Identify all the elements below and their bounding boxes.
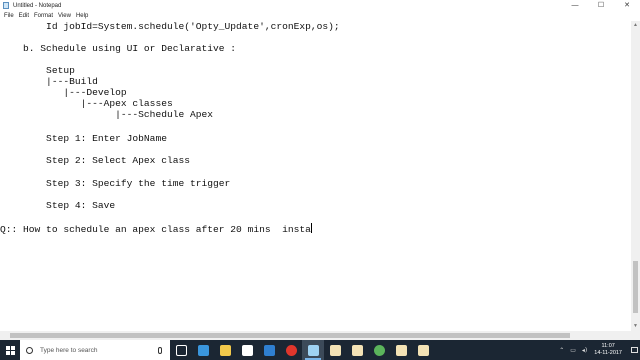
- volume-icon[interactable]: ◂): [582, 347, 587, 354]
- horizontal-scrollbar[interactable]: [0, 331, 631, 340]
- taskbar-search-box[interactable]: Type here to search: [20, 340, 170, 360]
- taskbar-app-3-icon[interactable]: [390, 340, 412, 360]
- editor-line: Setup: [0, 65, 75, 76]
- taskbar-opera-icon[interactable]: [280, 340, 302, 360]
- task-view-icon: [175, 344, 187, 356]
- close-button[interactable]: ✕: [614, 0, 640, 11]
- editor-line: Step 2: Select Apex class: [0, 155, 190, 166]
- editor-line-current: Q:: How to schedule an apex class after …: [0, 223, 312, 235]
- network-icon[interactable]: ▭: [570, 347, 576, 354]
- taskbar-apps: [170, 340, 434, 360]
- clock-date: 14-11-2017: [594, 350, 622, 356]
- cortana-icon: [26, 346, 33, 354]
- vertical-scroll-thumb[interactable]: [633, 261, 638, 313]
- notepad-icon: [3, 2, 9, 9]
- menu-bar: File Edit Format View Help: [0, 11, 640, 21]
- editor-line: Id jobId=System.schedule('Opty_Update',c…: [0, 21, 340, 32]
- notepad-icon: [307, 344, 319, 356]
- editor-line: Step 1: Enter JobName: [0, 133, 167, 144]
- notifications-icon[interactable]: [628, 340, 640, 360]
- editor-line: |---Build: [0, 76, 98, 87]
- menu-file[interactable]: File: [4, 13, 14, 19]
- clock-time: 11:07: [601, 343, 615, 349]
- taskbar-mail-icon[interactable]: [258, 340, 280, 360]
- window-controls: — ☐ ✕: [562, 0, 640, 11]
- editor-line: Step 3: Specify the time trigger: [0, 178, 231, 189]
- scrollbar-corner: [631, 331, 640, 340]
- app-1-icon: [329, 344, 341, 356]
- menu-format[interactable]: Format: [34, 13, 53, 19]
- app-2-icon: [351, 344, 363, 356]
- horizontal-scroll-thumb[interactable]: [10, 333, 570, 338]
- opera-icon: [285, 344, 297, 356]
- editor-line: |---Apex classes: [0, 98, 173, 109]
- taskbar-clock[interactable]: 11:07 14-11-2017: [594, 343, 622, 357]
- taskbar-app-4-icon[interactable]: [412, 340, 434, 360]
- mail-icon: [263, 344, 275, 356]
- notepad-window: Untitled - Notepad — ☐ ✕ File Edit Forma…: [0, 0, 640, 340]
- store-icon: [241, 344, 253, 356]
- editor-line: |---Schedule Apex: [0, 109, 214, 120]
- text-caret: [310, 223, 312, 233]
- system-tray: ⌃ ▭ ◂) 11:07 14-11-2017: [556, 340, 640, 360]
- windows-logo-icon: [5, 345, 15, 355]
- vertical-scrollbar[interactable]: ▲ ▼: [631, 21, 640, 331]
- file-explorer-icon: [219, 344, 231, 356]
- start-button[interactable]: [0, 340, 20, 360]
- window-title: Untitled - Notepad: [13, 2, 62, 9]
- menu-view[interactable]: View: [58, 13, 71, 19]
- app-4-icon: [417, 344, 429, 356]
- scroll-down-icon[interactable]: ▼: [631, 322, 640, 331]
- taskbar: Type here to search ⌃ ▭ ◂) 11:07 14-11-2…: [0, 340, 640, 360]
- taskbar-file-explorer-icon[interactable]: [214, 340, 236, 360]
- minimize-button[interactable]: —: [562, 0, 588, 11]
- chrome-icon: [373, 344, 385, 356]
- menu-help[interactable]: Help: [76, 13, 88, 19]
- editor-line: |---Develop: [0, 87, 127, 98]
- title-bar: Untitled - Notepad — ☐ ✕: [0, 0, 640, 11]
- search-placeholder: Type here to search: [40, 346, 98, 354]
- scroll-up-icon[interactable]: ▲: [631, 21, 640, 30]
- taskbar-notepad-icon[interactable]: [302, 340, 324, 360]
- taskbar-task-view-icon[interactable]: [170, 340, 192, 360]
- taskbar-app-1-icon[interactable]: [324, 340, 346, 360]
- editor-line: b. Schedule using UI or Declarative :: [0, 43, 237, 54]
- taskbar-store-icon[interactable]: [236, 340, 258, 360]
- menu-edit[interactable]: Edit: [19, 13, 29, 19]
- microphone-icon[interactable]: [158, 346, 162, 354]
- edge-icon: [197, 344, 209, 356]
- taskbar-app-2-icon[interactable]: [346, 340, 368, 360]
- editor-line: Step 4: Save: [0, 200, 116, 211]
- show-hidden-icons-icon[interactable]: ⌃: [559, 347, 564, 354]
- app-3-icon: [395, 344, 407, 356]
- maximize-button[interactable]: ☐: [588, 0, 614, 11]
- current-line-text: Q:: How to schedule an apex class after …: [0, 224, 311, 235]
- taskbar-chrome-icon[interactable]: [368, 340, 390, 360]
- taskbar-edge-icon[interactable]: [192, 340, 214, 360]
- text-editor[interactable]: Id jobId=System.schedule('Opty_Update',c…: [0, 21, 631, 331]
